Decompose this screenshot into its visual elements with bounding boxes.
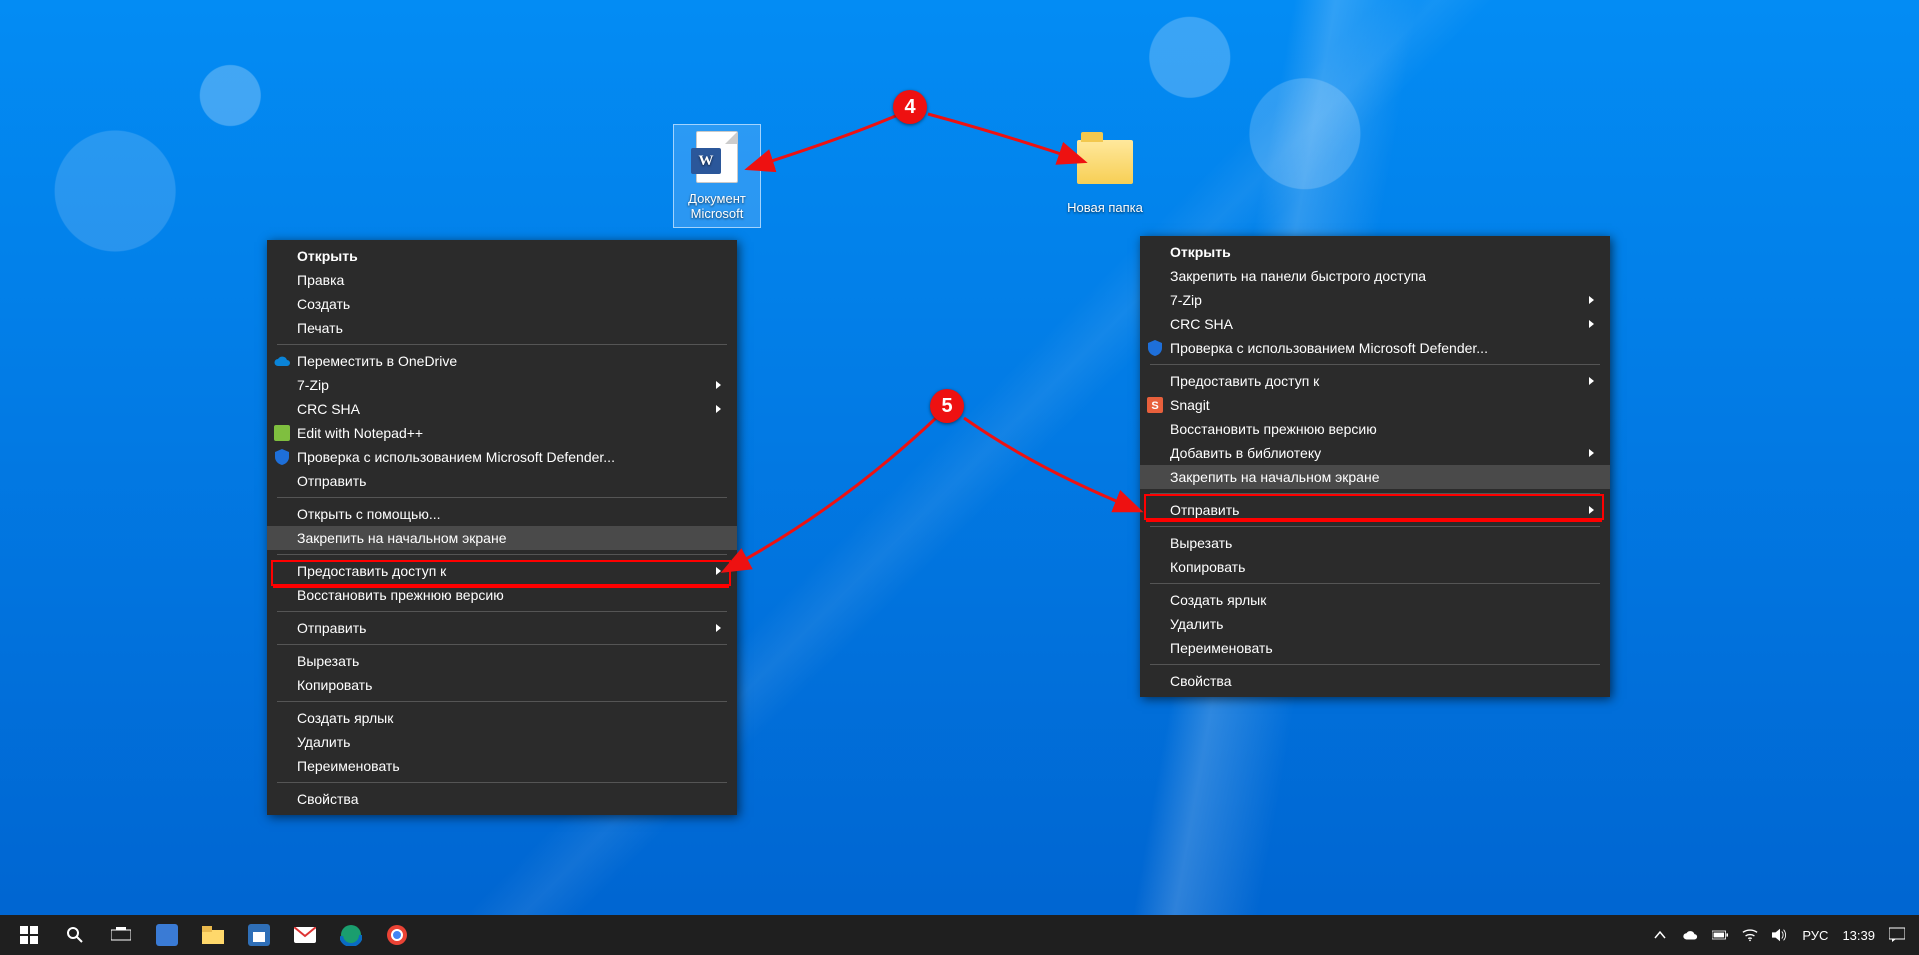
wifi-icon[interactable] xyxy=(1742,927,1758,943)
arrow-5-right xyxy=(958,410,1148,520)
menu-grant-access[interactable]: Предоставить доступ к xyxy=(267,559,737,583)
menu-cut[interactable]: Вырезать xyxy=(1140,531,1610,555)
menu-7zip[interactable]: 7-Zip xyxy=(1140,288,1610,312)
store-icon xyxy=(248,924,270,946)
taskbar: РУС 13:39 xyxy=(0,915,1919,955)
menu-open[interactable]: Открыть xyxy=(1140,240,1610,264)
desktop-icon-word-doc[interactable]: W Документ Microsoft xyxy=(674,125,760,227)
task-semrush[interactable] xyxy=(144,915,190,955)
svg-text:S: S xyxy=(1151,400,1158,412)
desktop-icon-label: Новая папка xyxy=(1062,200,1148,215)
callout-4: 4 xyxy=(893,90,927,124)
folder-icon xyxy=(202,926,224,944)
menu-send-to[interactable]: Отправить xyxy=(1140,498,1610,522)
menu-open-with[interactable]: Открыть с помощью... xyxy=(267,502,737,526)
arrow-5-left xyxy=(718,410,948,580)
menu-7zip[interactable]: 7-Zip xyxy=(267,373,737,397)
menu-shortcut[interactable]: Создать ярлык xyxy=(267,706,737,730)
menu-defender[interactable]: Проверка с использованием Microsoft Defe… xyxy=(267,445,737,469)
menu-pin-start[interactable]: Закрепить на начальном экране xyxy=(267,526,737,550)
chrome-icon xyxy=(386,924,408,946)
search-button[interactable] xyxy=(52,915,98,955)
tray-clock[interactable]: 13:39 xyxy=(1842,928,1875,943)
menu-properties[interactable]: Свойства xyxy=(1140,669,1610,693)
search-icon xyxy=(66,926,84,944)
menu-add-library[interactable]: Добавить в библиотеку xyxy=(1140,441,1610,465)
menu-delete[interactable]: Удалить xyxy=(267,730,737,754)
callout-5: 5 xyxy=(930,389,964,423)
defender-icon xyxy=(1146,339,1164,357)
menu-copy[interactable]: Копировать xyxy=(1140,555,1610,579)
action-center-icon[interactable] xyxy=(1889,927,1905,943)
menu-print[interactable]: Печать xyxy=(267,316,737,340)
system-tray: РУС 13:39 xyxy=(1652,927,1913,943)
notepadpp-icon xyxy=(273,424,291,442)
menu-defender[interactable]: Проверка с использованием Microsoft Defe… xyxy=(1140,336,1610,360)
windows-icon xyxy=(20,926,38,944)
menu-restore-prev[interactable]: Восстановить прежнюю версию xyxy=(1140,417,1610,441)
menu-open[interactable]: Открыть xyxy=(267,244,737,268)
menu-delete[interactable]: Удалить xyxy=(1140,612,1610,636)
desktop-icon-label: Документ Microsoft xyxy=(674,191,760,221)
task-edge[interactable] xyxy=(328,915,374,955)
taskview-button[interactable] xyxy=(98,915,144,955)
defender-icon xyxy=(273,448,291,466)
menu-pin-start[interactable]: Закрепить на начальном экране xyxy=(1140,465,1610,489)
volume-icon[interactable] xyxy=(1772,927,1788,943)
menu-pin-quick[interactable]: Закрепить на панели быстрого доступа xyxy=(1140,264,1610,288)
menu-snagit[interactable]: SSnagit xyxy=(1140,393,1610,417)
menu-notepadpp[interactable]: Edit with Notepad++ xyxy=(267,421,737,445)
menu-copy[interactable]: Копировать xyxy=(267,673,737,697)
taskview-icon xyxy=(111,927,131,943)
onedrive-icon xyxy=(273,352,291,370)
snagit-icon: S xyxy=(1146,396,1164,414)
folder-icon xyxy=(1077,140,1133,184)
tray-language[interactable]: РУС xyxy=(1802,928,1828,943)
menu-send[interactable]: Отправить xyxy=(267,469,737,493)
battery-icon[interactable] xyxy=(1712,927,1728,943)
menu-send-to[interactable]: Отправить xyxy=(267,616,737,640)
task-chrome[interactable] xyxy=(374,915,420,955)
menu-create[interactable]: Создать xyxy=(267,292,737,316)
menu-crcsha[interactable]: CRC SHA xyxy=(1140,312,1610,336)
menu-properties[interactable]: Свойства xyxy=(267,787,737,811)
word-icon: W xyxy=(691,148,721,174)
arrow-4-left xyxy=(740,106,910,186)
app-icon xyxy=(156,924,178,946)
task-explorer[interactable] xyxy=(190,915,236,955)
menu-onedrive[interactable]: Переместить в OneDrive xyxy=(267,349,737,373)
menu-crcsha[interactable]: CRC SHA xyxy=(267,397,737,421)
onedrive-icon[interactable] xyxy=(1682,927,1698,943)
task-store[interactable] xyxy=(236,915,282,955)
task-mail[interactable] xyxy=(282,915,328,955)
menu-cut[interactable]: Вырезать xyxy=(267,649,737,673)
menu-restore-prev[interactable]: Восстановить прежнюю версию xyxy=(267,583,737,607)
edge-icon xyxy=(340,924,362,946)
menu-grant-access[interactable]: Предоставить доступ к xyxy=(1140,369,1610,393)
context-menu-folder: Открыть Закрепить на панели быстрого дос… xyxy=(1140,236,1610,697)
menu-rename[interactable]: Переименовать xyxy=(1140,636,1610,660)
menu-shortcut[interactable]: Создать ярлык xyxy=(1140,588,1610,612)
menu-edit[interactable]: Правка xyxy=(267,268,737,292)
chevron-up-icon[interactable] xyxy=(1652,927,1668,943)
menu-rename[interactable]: Переименовать xyxy=(267,754,737,778)
start-button[interactable] xyxy=(6,915,52,955)
context-menu-file: Открыть Правка Создать Печать Переместит… xyxy=(267,240,737,815)
mail-icon xyxy=(294,927,316,943)
desktop-icon-folder[interactable]: Новая папка xyxy=(1062,134,1148,215)
